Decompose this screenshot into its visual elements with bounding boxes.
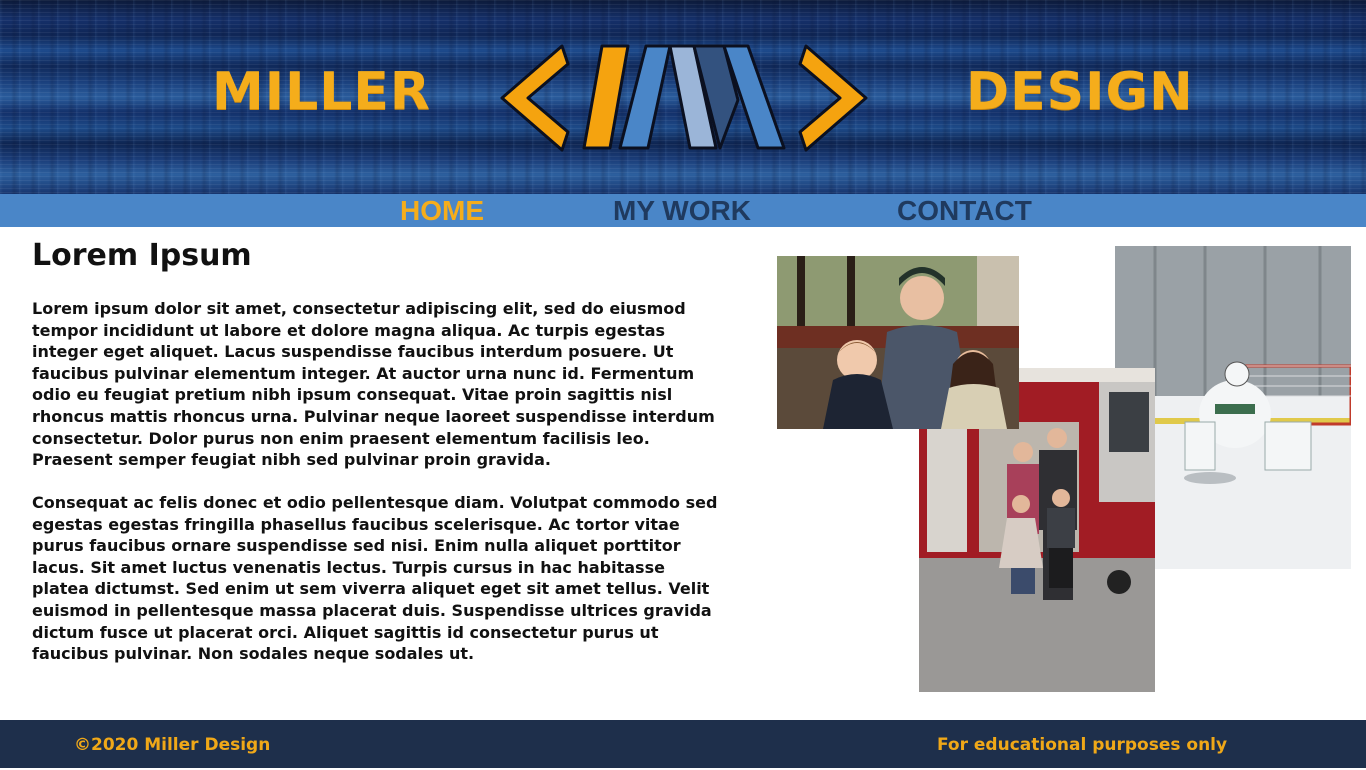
body-paragraph: Consequat ac felis donec et odio pellent…: [32, 493, 718, 664]
footer-note: For educational purposes only: [937, 735, 1228, 755]
nav-link-my-work[interactable]: MY WORK: [613, 194, 751, 227]
page-footer: ©2020 Miller Design For educational purp…: [0, 720, 1366, 768]
brand-name-right: DESIGN: [966, 62, 1194, 122]
nav-link-contact[interactable]: CONTACT: [897, 194, 1032, 227]
header-banner: MILLER DESIGN: [0, 0, 1366, 194]
nav-link-home[interactable]: HOME: [400, 194, 484, 227]
family-photo: [777, 256, 1019, 429]
main-nav: HOME MY WORK CONTACT: [0, 194, 1366, 227]
footer-copyright: ©2020 Miller Design: [74, 735, 271, 755]
body-paragraph: Lorem ipsum dolor sit amet, consectetur …: [32, 299, 715, 470]
miller-design-logo[interactable]: [498, 40, 870, 152]
brand-name-left: MILLER: [212, 62, 431, 122]
page-title: Lorem Ipsum: [32, 238, 252, 273]
